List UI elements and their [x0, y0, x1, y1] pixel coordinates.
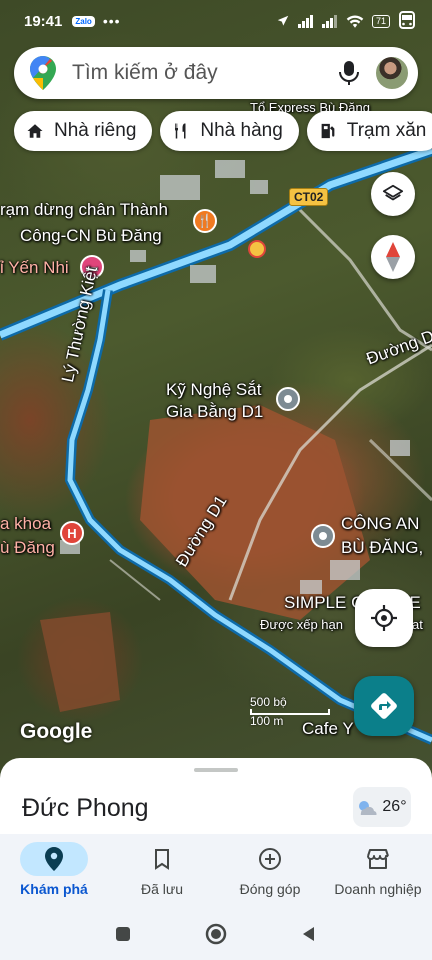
map-label-metal-shop-2[interactable]: Gia Bằng D1 [166, 402, 263, 422]
zalo-notification-icon: Zalo [72, 15, 95, 27]
nav-business[interactable]: Doanh nghiệp [324, 834, 432, 908]
home-icon [26, 122, 44, 140]
scale-feet: 500 bộ [250, 695, 287, 709]
system-navigation-bar [0, 908, 432, 960]
back-triangle-icon[interactable] [300, 925, 318, 943]
compass-icon [386, 242, 400, 272]
bookmark-icon [128, 842, 196, 876]
signal-2-icon [321, 15, 337, 28]
nav-saved-label: Đã lưu [140, 881, 184, 897]
map-label-police-2[interactable]: BÙ ĐĂNG, [341, 538, 423, 558]
status-time: 19:41 [24, 12, 63, 30]
chip-restaurants-label: Nhà hàng [200, 120, 283, 141]
search-input[interactable]: Tìm kiếm ở đây [72, 61, 338, 85]
hospital-pin-icon[interactable]: H [60, 521, 84, 545]
chip-gas-stations-label: Trạm xăn [346, 120, 427, 141]
weather-chip[interactable]: 26° [353, 787, 411, 827]
restaurant-pin-icon[interactable]: 🍴 [193, 209, 217, 233]
my-location-button[interactable] [355, 589, 413, 647]
microphone-icon[interactable] [338, 60, 360, 86]
place-pin-icon[interactable] [276, 387, 300, 411]
chip-gas-stations[interactable]: Trạm xăn [306, 111, 432, 151]
map-label-hotel[interactable]: ỉ Yến Nhi [0, 258, 69, 278]
chip-home[interactable]: Nhà riêng [14, 111, 153, 151]
directions-icon [371, 693, 397, 719]
recents-square-icon[interactable] [114, 925, 132, 943]
nav-explore[interactable]: Khám phá [0, 834, 108, 908]
map-label-police[interactable]: CÔNG AN [341, 514, 419, 534]
battery-icon: 71 [371, 14, 390, 28]
account-avatar[interactable] [374, 55, 410, 91]
layers-button[interactable] [371, 172, 415, 216]
chip-home-label: Nhà riêng [54, 120, 137, 141]
nav-business-label: Doanh nghiệp [334, 881, 422, 897]
road-shield-ct02: CT02 [289, 188, 329, 206]
nav-explore-label: Khám phá [20, 881, 88, 897]
google-logo: Google [20, 720, 93, 743]
category-chips: Nhà riêng Nhà hàng Trạm xăn [14, 111, 432, 151]
map-label-coffee-rating-b: at [412, 617, 423, 632]
chip-restaurants[interactable]: Nhà hàng [160, 111, 299, 151]
wifi-icon [346, 15, 364, 28]
bus-icon [399, 11, 415, 29]
status-bar: 19:41 Zalo ••• 71 [0, 0, 432, 42]
weather-cloud-icon [359, 801, 377, 815]
signal-icon [297, 15, 313, 28]
search-bar[interactable]: Tìm kiếm ở đây [14, 47, 418, 99]
gas-station-icon [319, 121, 337, 141]
map-label-clinic-2[interactable]: ù Đăng [0, 538, 55, 558]
restaurant-icon [172, 121, 190, 141]
scale-meters: 100 m [250, 714, 284, 728]
compass-button[interactable] [371, 235, 415, 279]
home-circle-icon[interactable] [204, 922, 228, 946]
bottom-navigation: Khám phá Đã lưu Đóng góp Doanh nghiệp [0, 834, 432, 908]
location-arrow-icon [277, 15, 289, 26]
map-label-metal-shop[interactable]: Kỹ Nghệ Sắt [166, 380, 261, 400]
crosshair-icon [371, 605, 397, 631]
layers-icon [382, 184, 404, 201]
nav-saved[interactable]: Đã lưu [108, 834, 216, 908]
explore-pin-icon [20, 842, 88, 876]
map-label-rest-stop[interactable]: rạm dừng chân Thành [0, 200, 168, 220]
nav-contribute[interactable]: Đóng góp [216, 834, 324, 908]
map-scale: 500 bộ 100 m [250, 696, 330, 728]
map-label-coffee-rating: Được xếp hạn [260, 617, 343, 632]
gas-station-pin-icon[interactable] [248, 240, 266, 258]
police-pin-icon[interactable] [311, 524, 335, 548]
temperature: 26° [382, 798, 407, 815]
directions-button[interactable] [354, 676, 414, 736]
map-label-rest-stop-2[interactable]: Công-CN Bù Đăng [20, 226, 162, 246]
sheet-drag-handle[interactable] [194, 768, 238, 772]
more-notifications-icon: ••• [102, 13, 121, 29]
storefront-icon [344, 842, 412, 876]
map-label-coffee[interactable]: SIMPLE C [284, 593, 363, 613]
google-maps-pin-icon [30, 56, 56, 90]
nav-contribute-label: Đóng góp [239, 881, 301, 897]
map-label-clinic[interactable]: a khoa [0, 514, 51, 534]
add-circle-icon [236, 842, 304, 876]
place-name: Đức Phong [22, 794, 149, 822]
